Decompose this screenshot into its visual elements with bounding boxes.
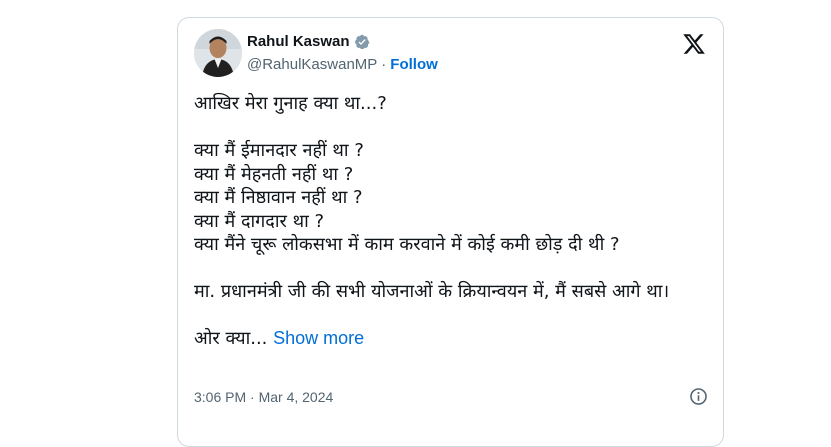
tweet-line: क्या मैं मेहनती नहीं था ? [194, 163, 354, 185]
tweet-line: क्या मैं ईमानदार नहीं था ? [194, 140, 364, 161]
author-handle-row: @RahulKaswanMP · Follow [247, 56, 438, 73]
avatar-portrait-icon [194, 29, 242, 77]
tweet-last-line: ओर क्या... Show more [194, 327, 714, 351]
tweet-line: क्या मैं निष्ठावान नहीं था ? [194, 187, 363, 208]
tweet-text: आखिर मेरा गुनाह क्या था...? क्या मैं ईमा… [194, 92, 714, 351]
info-icon[interactable] [689, 387, 708, 406]
tweet-timestamp[interactable]: 3:06 PM · Mar 4, 2024 [194, 389, 333, 405]
tweet-line: मा. प्रधानमंत्री जी की सभी योजनाओं के क्… [194, 281, 670, 302]
tweet-line: आखिर मेरा गुनाह क्या था...? [194, 93, 387, 114]
avatar[interactable] [194, 29, 242, 77]
x-logo-icon[interactable] [682, 32, 706, 56]
follow-button[interactable]: Follow [390, 56, 438, 73]
tweet-card[interactable]: Rahul Kaswan @RahulKaswanMP · Follow आखि… [177, 17, 724, 447]
tweet-truncated-text: ओर क्या... [194, 328, 268, 349]
separator-dot: · [381, 56, 387, 73]
show-more-link[interactable]: Show more [273, 328, 364, 348]
verified-badge-icon [354, 34, 369, 49]
tweet-line: क्या मैंने चूरू लोकसभा में काम करवाने मे… [194, 234, 620, 255]
author-name[interactable]: Rahul Kaswan [247, 33, 350, 50]
author-handle[interactable]: @RahulKaswanMP [247, 56, 377, 73]
author-name-row: Rahul Kaswan [247, 33, 370, 50]
tweet-line: क्या मैं दागदार था ? [194, 210, 325, 232]
